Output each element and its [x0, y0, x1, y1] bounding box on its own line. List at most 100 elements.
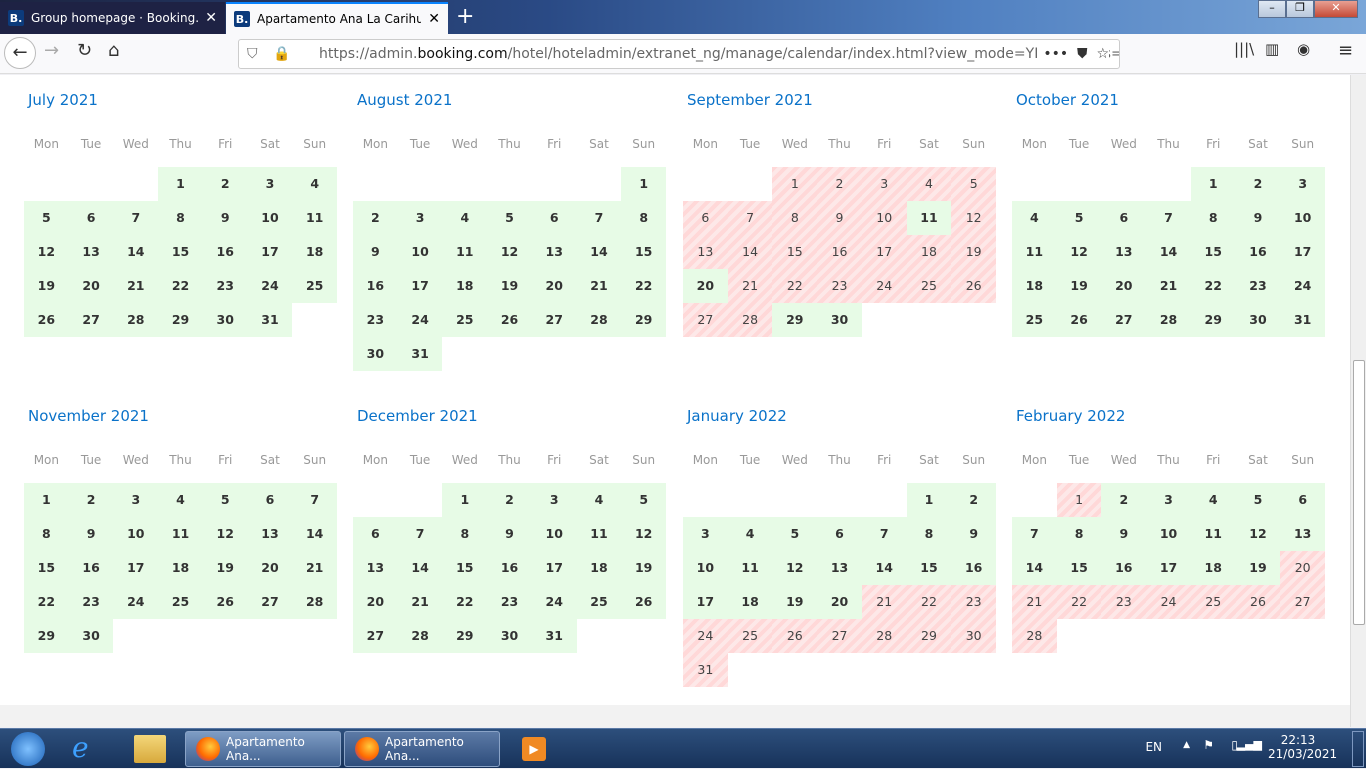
- day-cell-available[interactable]: 15: [442, 551, 488, 585]
- day-cell-available[interactable]: 28: [576, 303, 622, 337]
- day-cell-available[interactable]: 13: [68, 235, 114, 269]
- day-cell-available[interactable]: 8: [442, 517, 488, 551]
- minimize-button[interactable]: –: [1258, 0, 1286, 18]
- day-cell-available[interactable]: 14: [1146, 235, 1191, 269]
- day-cell-available[interactable]: 12: [1235, 517, 1281, 551]
- month-title[interactable]: July 2021: [28, 91, 98, 109]
- day-cell-available[interactable]: 18: [576, 551, 622, 585]
- day-cell-available[interactable]: 25: [1012, 303, 1057, 337]
- day-cell-booked[interactable]: 22: [1056, 585, 1102, 619]
- day-cell-available[interactable]: 10: [247, 201, 293, 235]
- day-cell-available[interactable]: 31: [247, 303, 293, 337]
- day-cell-booked[interactable]: 22: [772, 269, 818, 303]
- month-title[interactable]: January 2022: [687, 407, 787, 425]
- library-icon[interactable]: |||\: [1234, 40, 1254, 58]
- day-cell-available[interactable]: 4: [1012, 201, 1057, 235]
- day-cell-available[interactable]: 7: [1146, 201, 1191, 235]
- action-center-flag-icon[interactable]: ⚑: [1203, 738, 1214, 752]
- day-cell-available[interactable]: 6: [353, 517, 398, 551]
- day-cell-available[interactable]: 30: [353, 337, 398, 371]
- day-cell-available[interactable]: 21: [113, 269, 159, 303]
- start-button[interactable]: [6, 731, 50, 767]
- day-cell-available[interactable]: 4: [727, 517, 773, 551]
- day-cell-booked[interactable]: 23: [1101, 585, 1147, 619]
- day-cell-available[interactable]: 5: [1235, 483, 1281, 517]
- day-cell-booked[interactable]: 8: [772, 201, 818, 235]
- day-cell-available[interactable]: 5: [772, 517, 818, 551]
- day-cell-available[interactable]: 27: [1101, 303, 1147, 337]
- day-cell-booked[interactable]: 27: [1280, 585, 1326, 619]
- day-cell-available[interactable]: 29: [442, 619, 488, 653]
- day-cell-available[interactable]: 2: [202, 167, 248, 201]
- day-cell-available[interactable]: 17: [1146, 551, 1191, 585]
- day-cell-available[interactable]: 26: [487, 303, 532, 337]
- month-title[interactable]: September 2021: [687, 91, 813, 109]
- day-cell-available[interactable]: 14: [113, 235, 159, 269]
- day-cell-available[interactable]: 29: [772, 303, 818, 337]
- day-cell-available[interactable]: 17: [247, 235, 293, 269]
- day-cell-available[interactable]: 2: [1101, 483, 1147, 517]
- day-cell-available[interactable]: 5: [24, 201, 69, 235]
- day-cell-available[interactable]: 12: [772, 551, 818, 585]
- day-cell-available[interactable]: 30: [68, 619, 114, 653]
- day-cell-available[interactable]: 7: [861, 517, 907, 551]
- day-cell-available[interactable]: 4: [576, 483, 622, 517]
- close-tab-icon[interactable]: ✕: [428, 11, 440, 27]
- day-cell-available[interactable]: 8: [158, 201, 203, 235]
- day-cell-available[interactable]: 4: [158, 483, 203, 517]
- maximize-button[interactable]: ❐: [1286, 0, 1314, 18]
- pocket-icon[interactable]: ⛊: [1077, 46, 1088, 62]
- day-cell-booked[interactable]: 27: [683, 303, 728, 337]
- close-window-button[interactable]: ✕: [1314, 0, 1358, 18]
- day-cell-booked[interactable]: 23: [817, 269, 862, 303]
- day-cell-available[interactable]: 15: [621, 235, 667, 269]
- day-cell-available[interactable]: 11: [906, 201, 952, 235]
- day-cell-available[interactable]: 22: [24, 585, 69, 619]
- media-player-icon[interactable]: ▶: [522, 737, 546, 761]
- day-cell-booked[interactable]: 15: [772, 235, 818, 269]
- day-cell-available[interactable]: 19: [621, 551, 667, 585]
- tab-apartamento[interactable]: B. Apartamento Ana La Carihuela ✕: [226, 2, 448, 34]
- day-cell-available[interactable]: 22: [1190, 269, 1236, 303]
- forward-button[interactable]: →: [44, 40, 59, 61]
- day-cell-available[interactable]: 9: [202, 201, 248, 235]
- day-cell-available[interactable]: 10: [1280, 201, 1326, 235]
- day-cell-available[interactable]: 11: [576, 517, 622, 551]
- day-cell-available[interactable]: 25: [292, 269, 338, 303]
- day-cell-available[interactable]: 31: [397, 337, 443, 371]
- day-cell-available[interactable]: 8: [906, 517, 952, 551]
- day-cell-available[interactable]: 1: [24, 483, 69, 517]
- day-cell-available[interactable]: 1: [1190, 167, 1236, 201]
- day-cell-available[interactable]: 13: [247, 517, 293, 551]
- day-cell-booked[interactable]: 28: [1012, 619, 1057, 653]
- day-cell-available[interactable]: 13: [1101, 235, 1147, 269]
- day-cell-available[interactable]: 19: [202, 551, 248, 585]
- day-cell-available[interactable]: 27: [531, 303, 577, 337]
- day-cell-available[interactable]: 2: [1235, 167, 1281, 201]
- day-cell-available[interactable]: 15: [906, 551, 952, 585]
- day-cell-booked[interactable]: 25: [727, 619, 773, 653]
- day-cell-booked[interactable]: 24: [861, 269, 907, 303]
- day-cell-booked[interactable]: 26: [772, 619, 818, 653]
- day-cell-available[interactable]: 8: [1056, 517, 1102, 551]
- sidebar-icon[interactable]: ▥: [1265, 40, 1279, 58]
- day-cell-available[interactable]: 7: [1012, 517, 1057, 551]
- day-cell-available[interactable]: 17: [397, 269, 443, 303]
- day-cell-available[interactable]: 5: [1056, 201, 1102, 235]
- day-cell-available[interactable]: 16: [487, 551, 532, 585]
- day-cell-available[interactable]: 12: [621, 517, 667, 551]
- vertical-scrollbar[interactable]: [1350, 75, 1366, 727]
- day-cell-available[interactable]: 20: [68, 269, 114, 303]
- day-cell-available[interactable]: 5: [487, 201, 532, 235]
- day-cell-booked[interactable]: 16: [817, 235, 862, 269]
- day-cell-available[interactable]: 14: [1012, 551, 1057, 585]
- day-cell-booked[interactable]: 24: [1146, 585, 1191, 619]
- day-cell-booked[interactable]: 18: [906, 235, 952, 269]
- day-cell-available[interactable]: 17: [113, 551, 159, 585]
- day-cell-available[interactable]: 14: [292, 517, 338, 551]
- day-cell-available[interactable]: 28: [292, 585, 338, 619]
- day-cell-available[interactable]: 16: [202, 235, 248, 269]
- day-cell-booked[interactable]: 12: [951, 201, 997, 235]
- day-cell-available[interactable]: 4: [292, 167, 338, 201]
- day-cell-booked[interactable]: 17: [861, 235, 907, 269]
